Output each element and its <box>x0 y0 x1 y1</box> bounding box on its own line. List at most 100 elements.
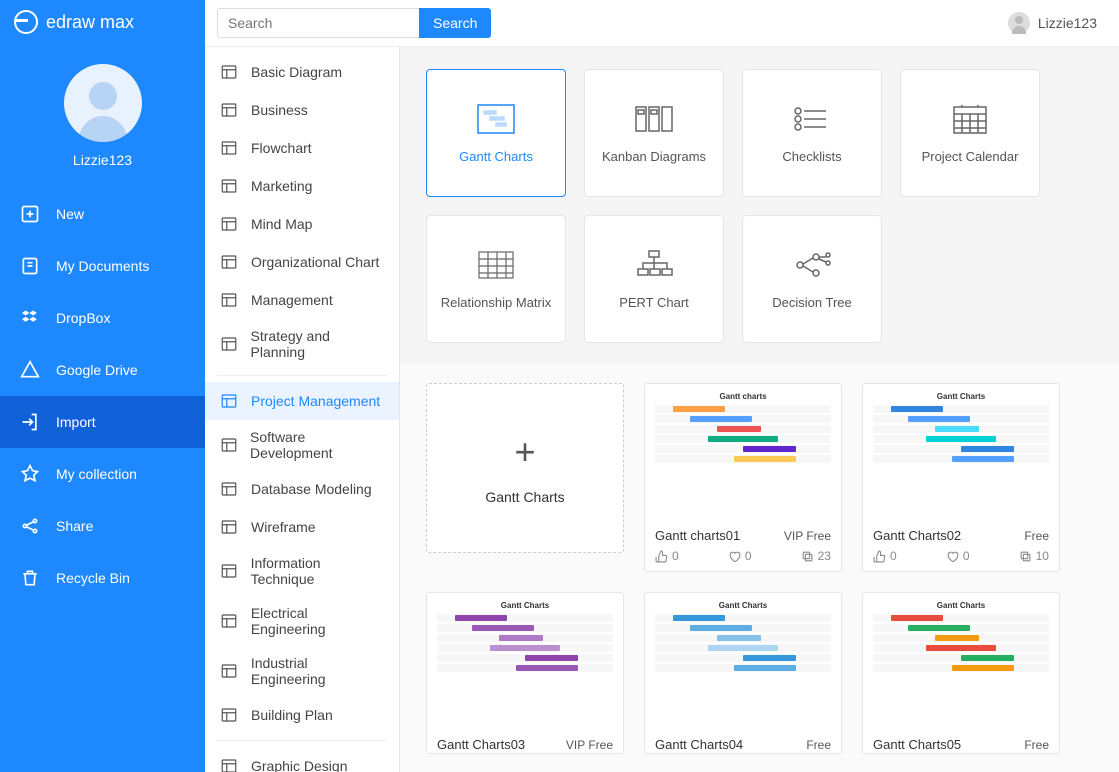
brand-icon <box>14 10 38 34</box>
category-label: Software Development <box>250 429 385 461</box>
top-bar: Search Lizzie123 <box>205 0 1119 47</box>
template-card[interactable]: Gantt Charts Gantt Charts04 Free 0 0 0 <box>644 592 842 754</box>
nav-item-collection[interactable]: My collection <box>0 448 205 500</box>
template-title: Gantt Charts05 <box>873 737 961 752</box>
category-item[interactable]: Project Management <box>205 382 399 420</box>
category-label: Information Technique <box>251 555 385 587</box>
fav-stat[interactable]: 0 <box>946 549 970 563</box>
template-badge: Free <box>1024 738 1049 752</box>
subtype-card[interactable]: Project Calendar <box>900 69 1040 197</box>
category-icon <box>219 705 239 725</box>
category-item[interactable]: Strategy and Planning <box>205 319 399 369</box>
category-label: Organizational Chart <box>251 254 379 270</box>
template-thumbnail: Gantt Charts <box>863 384 1059 520</box>
category-item[interactable]: Basic Diagram <box>205 53 399 91</box>
username: Lizzie123 <box>73 152 132 168</box>
category-item[interactable]: Marketing <box>205 167 399 205</box>
fav-count: 0 <box>745 549 752 563</box>
template-badge: VIP Free <box>784 529 831 543</box>
category-label: Mind Map <box>251 216 312 232</box>
like-stat[interactable]: 0 <box>873 549 897 563</box>
subtype-card[interactable]: Checklists <box>742 69 882 197</box>
nav-label: New <box>56 206 84 222</box>
category-icon <box>219 517 239 537</box>
category-item[interactable]: Wireframe <box>205 508 399 546</box>
fav-count: 0 <box>963 549 970 563</box>
collection-icon <box>20 464 40 484</box>
subtype-label: Decision Tree <box>772 295 851 310</box>
nav-item-gdrive[interactable]: Google Drive <box>0 344 205 396</box>
search-input[interactable] <box>217 8 419 38</box>
new-template-card[interactable]: +Gantt Charts <box>426 383 624 553</box>
subtype-label: Gantt Charts <box>459 149 533 164</box>
template-thumbnail: Gantt charts <box>645 384 841 520</box>
like-count: 0 <box>672 549 679 563</box>
nav-item-dropbox[interactable]: DropBox <box>0 292 205 344</box>
sidebar-left: edraw max Lizzie123 New My Documents DropB… <box>0 0 205 772</box>
nav-item-share[interactable]: Share <box>0 500 205 552</box>
nav-label: Google Drive <box>56 362 138 378</box>
category-icon <box>219 435 238 455</box>
fav-stat[interactable]: 0 <box>728 549 752 563</box>
search-button[interactable]: Search <box>419 8 491 38</box>
category-icon <box>219 661 239 681</box>
category-label: Management <box>251 292 333 308</box>
category-item[interactable]: Building Plan <box>205 696 399 734</box>
subtype-card[interactable]: Kanban Diagrams <box>584 69 724 197</box>
recycle-icon <box>20 568 40 588</box>
template-card[interactable]: Gantt Charts Gantt Charts05 Free 0 0 0 <box>862 592 1060 754</box>
copy-stat[interactable]: 10 <box>1019 549 1049 563</box>
category-item[interactable]: Flowchart <box>205 129 399 167</box>
template-badge: Free <box>1024 529 1049 543</box>
category-item[interactable]: Database Modeling <box>205 470 399 508</box>
subtype-icon <box>792 103 832 135</box>
header-username: Lizzie123 <box>1038 15 1097 31</box>
category-icon <box>219 176 239 196</box>
template-card[interactable]: Gantt Charts Gantt Charts02 Free 0 0 10 <box>862 383 1060 572</box>
category-label: Building Plan <box>251 707 333 723</box>
subtype-card[interactable]: Gantt Charts <box>426 69 566 197</box>
mydocs-icon <box>20 256 40 276</box>
category-label: Graphic Design <box>251 758 348 772</box>
copy-stat[interactable]: 23 <box>801 549 831 563</box>
category-item[interactable]: Industrial Engineering <box>205 646 399 696</box>
subtype-card[interactable]: Decision Tree <box>742 215 882 343</box>
brand-text: edraw max <box>46 12 134 33</box>
nav-item-import[interactable]: Import <box>0 396 205 448</box>
category-item[interactable]: Information Technique <box>205 546 399 596</box>
subtype-label: Checklists <box>782 149 841 164</box>
nav-item-mydocs[interactable]: My Documents <box>0 240 205 292</box>
template-title: Gantt Charts03 <box>437 737 525 752</box>
subtype-card[interactable]: Relationship Matrix <box>426 215 566 343</box>
subtype-card[interactable]: PERT Chart <box>584 215 724 343</box>
template-title: Gantt Charts02 <box>873 528 961 543</box>
category-item[interactable]: Business <box>205 91 399 129</box>
nav-item-new[interactable]: New <box>0 188 205 240</box>
category-icon <box>219 756 239 772</box>
user-avatar[interactable] <box>64 64 142 142</box>
nav-label: DropBox <box>56 310 110 326</box>
category-item[interactable]: Graphic Design <box>205 747 399 772</box>
category-label: Marketing <box>251 178 312 194</box>
header-user[interactable]: Lizzie123 <box>1008 12 1107 34</box>
category-item[interactable]: Electrical Engineering <box>205 596 399 646</box>
category-item[interactable]: Mind Map <box>205 205 399 243</box>
category-item[interactable]: Software Development <box>205 420 399 470</box>
category-icon <box>219 252 239 272</box>
template-title: Gantt charts01 <box>655 528 740 543</box>
template-card[interactable]: Gantt charts Gantt charts01 VIP Free 0 0… <box>644 383 842 572</box>
template-card[interactable]: Gantt Charts Gantt Charts03 VIP Free 0 0… <box>426 592 624 754</box>
category-item[interactable]: Organizational Chart <box>205 243 399 281</box>
nav-label: My collection <box>56 466 137 482</box>
nav-label: Import <box>56 414 96 430</box>
category-label: Business <box>251 102 308 118</box>
category-list: Basic Diagram Business Flowchart Marketing M… <box>205 47 399 772</box>
like-stat[interactable]: 0 <box>655 549 679 563</box>
new-template-label: Gantt Charts <box>485 489 564 505</box>
template-badge: VIP Free <box>566 738 613 752</box>
templates-grid: +Gantt Charts Gantt charts Gantt charts0… <box>400 365 1119 772</box>
nav-item-recycle[interactable]: Recycle Bin <box>0 552 205 604</box>
category-item[interactable]: Management <box>205 281 399 319</box>
like-count: 0 <box>890 549 897 563</box>
gdrive-icon <box>20 360 40 380</box>
